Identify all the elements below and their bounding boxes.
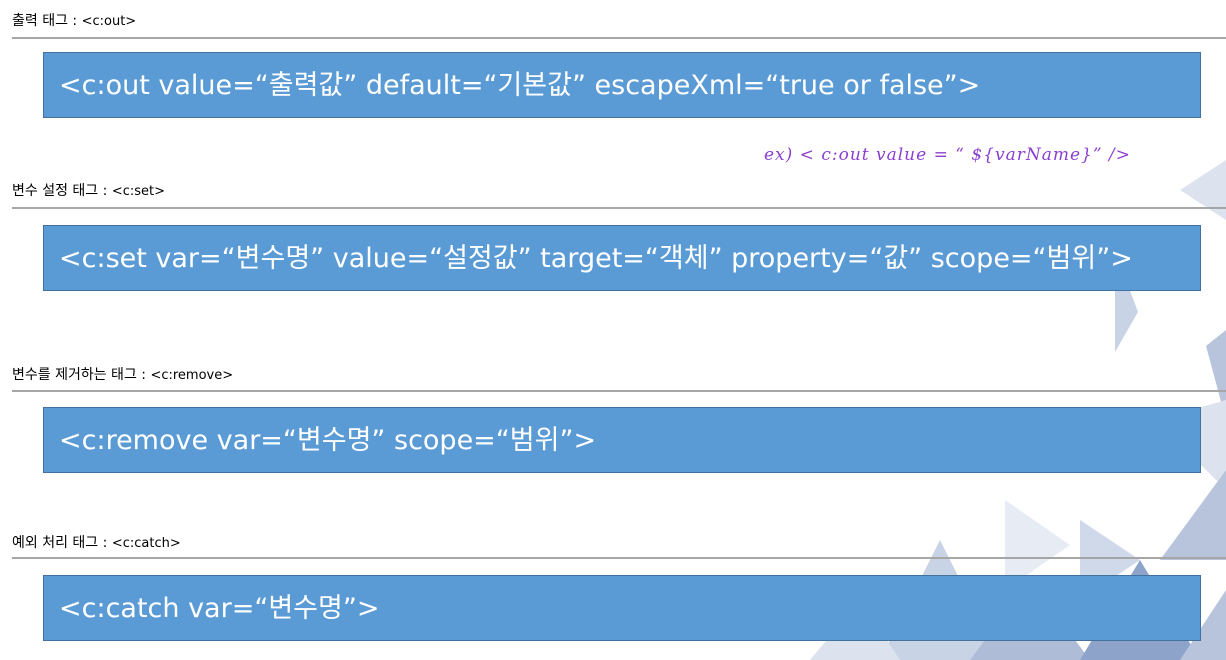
section-heading-text: 변수를 제거하는 태그 :: [12, 367, 151, 383]
section-heading-text: 변수 설정 태그 :: [12, 183, 112, 199]
triangle-shape: [1180, 160, 1226, 220]
section-divider: [12, 37, 1226, 39]
section-heading-text: 예외 처리 태그 :: [12, 535, 112, 551]
section-heading-tag: <c:set>: [111, 184, 165, 199]
section-heading-tag: <c:out>: [81, 14, 137, 29]
handwritten-example-note: ex) < c:out value = “ ${varName}” />: [764, 145, 1131, 165]
section-divider: [12, 557, 1226, 559]
code-box-catch: <c:catch var=“변수명”>: [43, 575, 1201, 641]
section-heading-catch: 예외 처리 태그 : <c:catch>: [12, 534, 181, 553]
section-heading-set: 변수 설정 태그 : <c:set>: [12, 182, 165, 201]
section-heading-out: 출력 태그 : <c:out>: [12, 12, 136, 31]
section-divider: [12, 207, 1226, 209]
code-box-set: <c:set var=“변수명” value=“설정값” target=“객체”…: [43, 225, 1201, 291]
section-heading-tag: <c:remove>: [150, 368, 234, 383]
triangle-shape: [1160, 470, 1226, 560]
section-heading-text: 출력 태그 :: [12, 13, 82, 29]
section-heading-remove: 변수를 제거하는 태그 : <c:remove>: [12, 366, 233, 385]
section-divider: [12, 390, 1226, 392]
code-box-remove: <c:remove var=“변수명” scope=“범위”>: [43, 407, 1201, 473]
section-heading-tag: <c:catch>: [111, 536, 181, 551]
code-box-out: <c:out value=“출력값” default=“기본값” escapeX…: [43, 52, 1201, 118]
